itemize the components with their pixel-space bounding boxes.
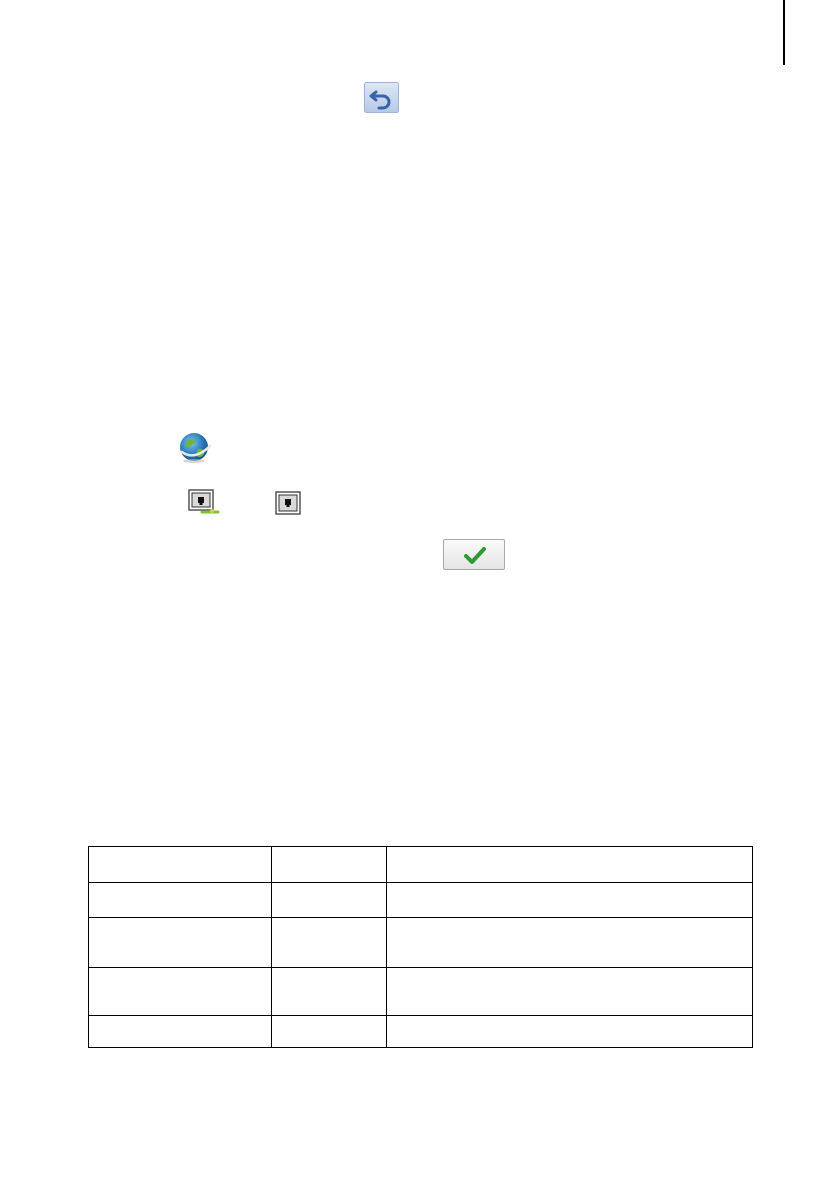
document-page: [0, 0, 840, 1190]
parameter-table: [88, 846, 753, 1048]
table-row: [88, 967, 753, 1016]
table-cell: [88, 967, 272, 1016]
undo-icon[interactable]: [364, 82, 399, 113]
table-cell: [88, 882, 272, 918]
table-cell: [386, 1015, 753, 1048]
table-cell: [271, 846, 387, 883]
table-cell: [386, 882, 753, 918]
table-cell: [88, 1015, 272, 1048]
table-cell: [386, 846, 753, 883]
margin-rule: [783, 0, 785, 65]
table-row: [88, 917, 753, 968]
table-cell: [271, 882, 387, 918]
table-cell: [88, 846, 272, 883]
table-row: [88, 846, 753, 883]
confirm-button[interactable]: [443, 539, 505, 570]
table-row: [88, 882, 753, 918]
ethernet-icon[interactable]: [275, 491, 301, 516]
globe-icon[interactable]: [178, 432, 212, 464]
checkmark-icon: [464, 547, 486, 564]
table-cell: [271, 1015, 387, 1048]
ethernet-connected-icon[interactable]: [188, 489, 220, 515]
table-cell: [88, 917, 272, 968]
table-cell: [271, 917, 387, 968]
table-cell: [386, 967, 753, 1016]
table-row: [88, 1015, 753, 1048]
table-cell: [386, 917, 753, 968]
table-cell: [271, 967, 387, 1016]
